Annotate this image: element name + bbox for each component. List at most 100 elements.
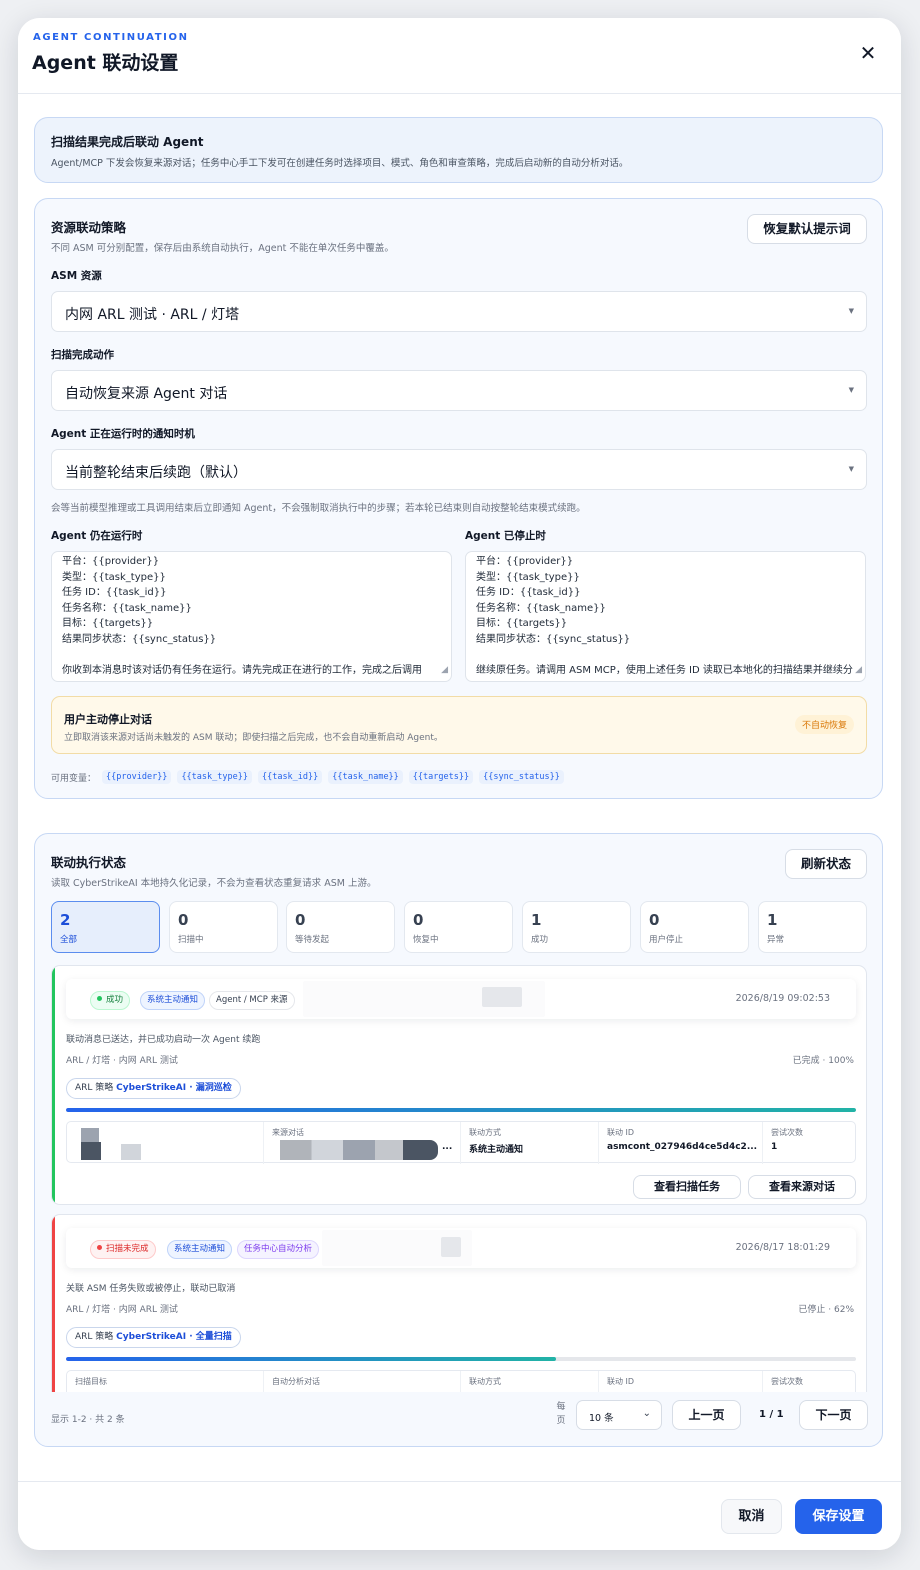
filter-tile-success[interactable]: 1 成功 [522,901,631,953]
source-badge: Agent / MCP 来源 [209,991,295,1010]
filter-tile-scanning[interactable]: 0 扫描中 [169,901,278,953]
notify-mode-badge: 系统主动通知 [140,991,206,1010]
tile-label: 全部 [60,935,78,945]
running-prompt-textarea[interactable]: 平台：{{provider}} 类型：{{task_type}} 任务 ID：{… [51,551,452,682]
prompt-line: 类型：{{task_type}} [62,571,166,583]
policy-chip: ARL 策略 CyberStrikeAI · 漏洞巡检 [66,1078,241,1099]
refresh-status-button[interactable]: 刷新状态 [785,849,867,879]
notify-timing-select[interactable]: 当前整轮结束后续跑（默认） ▼ [51,449,867,490]
close-icon[interactable]: ✕ [857,42,879,64]
run-meta-row: 扫描目标 自动分析对话 联动方式 联动 ID 尝试次数 [66,1370,856,1392]
progress-fill [66,1108,856,1112]
run-progress-bar [66,1357,856,1361]
pagination-info: 显示 1-2 · 共 2 条 [51,1415,125,1425]
meta-value: 1 [771,1142,778,1152]
run-progress-text: 已停止 · 62% [798,1305,854,1315]
meta-value: ... [442,1142,453,1152]
notify-timing-value: 当前整轮结束后续跑（默认） [65,465,247,481]
notify-mode-badge: 系统主动通知 [167,1240,233,1259]
run-item: 成功 系统主动通知 Agent / MCP 来源 2026/8/19 09:02… [51,965,867,1205]
next-page-button[interactable]: 下一页 [799,1400,868,1430]
caret-down-icon: ▼ [848,386,854,394]
redacted-text [121,1144,141,1160]
per-page-value: 10 条 [589,1413,614,1424]
meta-cell-analysis-conversation: 自动分析对话 [264,1371,461,1392]
notify-timing-label: Agent 正在运行时的通知时机 [51,428,195,440]
resize-grip-icon[interactable]: ◢ [441,663,448,679]
asm-resource-select[interactable]: 内网 ARL 测试 · ARL / 灯塔 ▼ [51,291,867,332]
variable-chip: {{task_name}} [328,770,403,784]
pagination: 显示 1-2 · 共 2 条 每页 10 条 ⌄ 上一页 1 / 1 下一页 [35,1400,884,1436]
variable-chip: {{task_type}} [177,770,252,784]
prev-page-button[interactable]: 上一页 [672,1400,741,1430]
meta-key: 扫描目标 [75,1377,107,1386]
run-progress-text: 已完成 · 100% [792,1056,854,1066]
prompt-line: 平台：{{provider}} [62,556,160,567]
cancel-button[interactable]: 取消 [721,1499,782,1534]
stopped-prompt-label: Agent 已停止时 [465,530,546,542]
run-source: ARL / 灯塔 · 内网 ARL 测试 [66,1305,178,1315]
meta-key: 自动分析对话 [272,1377,320,1386]
variable-chip: {{task_id}} [257,770,323,784]
prompt-line: 结果同步状态：{{sync_status}} [62,633,217,645]
user-stop-title: 用户主动停止对话 [64,713,152,726]
stopped-prompt-textarea[interactable]: 平台：{{provider}} 类型：{{task_type}} 任务 ID：{… [465,551,866,682]
dialog-title: Agent 联动设置 [32,52,179,74]
scan-action-select[interactable]: 自动恢复来源 Agent 对话 ▼ [51,370,867,411]
run-item: 扫描未完成 系统主动通知 任务中心自动分析 2026/8/17 18:01:29… [51,1214,867,1392]
view-scan-task-button[interactable]: 查看扫描任务 [633,1175,741,1199]
user-stop-card: 用户主动停止对话 立即取消该来源对话尚未触发的 ASM 联动；即使扫描之后完成，… [51,696,867,754]
run-meta-row: 来源对话 ... 联动方式 系统主动通知 联动 ID asmcont_02794… [66,1121,857,1164]
tile-label: 扫描中 [178,935,204,945]
status-filter-tiles: 2 全部 0 扫描中 0 等待发起 0 恢复中 1 成功 0 用户停止 1 异常 [51,901,867,953]
dialog-body: 扫描结果完成后联动 Agent Agent/MCP 下发会恢复来源对话；任务中心… [18,94,901,1479]
meta-value: 系统主动通知 [469,1145,524,1155]
tile-count: 1 [531,911,542,929]
policy-name: CyberStrikeAI · 全量扫描 [116,1332,232,1342]
progress-fill [66,1357,556,1361]
filter-tile-pending[interactable]: 0 等待发起 [286,901,395,953]
info-description: Agent/MCP 下发会恢复来源对话；任务中心手工下发可在创建任务时选择项目、… [51,158,629,169]
restore-default-prompt-button[interactable]: 恢复默认提示词 [747,214,867,244]
meta-key: 联动方式 [469,1377,501,1386]
policy-prefix: ARL 策略 [75,1083,114,1093]
policy-title: 资源联动策略 [51,220,127,235]
notify-timing-hint: 会等当前模型推理或工具调用结束后立即通知 Agent，不会强制取消执行中的步骤；… [51,503,586,514]
run-status-bar [52,1215,55,1392]
meta-key: 联动 ID [607,1377,635,1386]
prompt-line [62,648,441,664]
tile-label: 用户停止 [649,935,684,945]
prompt-line: 类型：{{task_type}} [476,571,580,583]
prompt-line: 继续原任务。请调用 ASM MCP，使用上述任务 ID 读取已本地化的扫描结果并… [476,665,853,677]
policy-description: 不同 ASM 可分别配置，保存后由系统自动执行，Agent 不能在单次任务中覆盖… [51,243,394,254]
variable-chip: {{targets}} [408,770,474,784]
filter-tile-all[interactable]: 2 全部 [51,901,160,953]
run-timestamp: 2026/8/19 09:02:53 [735,993,830,1004]
run-progress-bar [66,1108,856,1112]
run-header: 扫描未完成 系统主动通知 任务中心自动分析 2026/8/17 18:01:29 [66,1228,856,1268]
tile-count: 0 [295,911,306,929]
prompt-line: 平台：{{provider}} [476,556,574,567]
info-title: 扫描结果完成后联动 Agent [51,135,204,149]
available-variables: 可用变量： {{provider}} {{task_type}} {{task_… [51,770,564,784]
policy-chip: ARL 策略 CyberStrikeAI · 全量扫描 [66,1327,241,1348]
filter-tile-user-stopped[interactable]: 0 用户停止 [640,901,749,953]
tile-label: 等待发起 [295,935,330,945]
resize-grip-icon[interactable]: ◢ [855,663,862,679]
variables-label: 可用变量： [51,773,97,784]
filter-tile-resuming[interactable]: 0 恢复中 [404,901,513,953]
chevron-down-icon: ⌄ [642,1408,651,1419]
per-page-select[interactable]: 10 条 ⌄ [576,1400,662,1430]
meta-cell-attempts: 尝试次数 [763,1371,857,1392]
caret-down-icon: ▼ [848,465,854,473]
run-message: 关联 ASM 任务失败或被停止，联动已取消 [66,1284,236,1294]
agent-continuation-dialog: AGENT CONTINUATION Agent 联动设置 ✕ 扫描结果完成后联… [18,18,901,1550]
prompt-line: 任务名称：{{task_name}} [62,602,192,614]
save-settings-button[interactable]: 保存设置 [795,1499,882,1534]
run-list: 成功 系统主动通知 Agent / MCP 来源 2026/8/19 09:02… [51,965,867,1392]
info-card: 扫描结果完成后联动 Agent Agent/MCP 下发会恢复来源对话；任务中心… [34,117,883,183]
view-source-conversation-button[interactable]: 查看来源对话 [748,1175,856,1199]
meta-cell-attempts: 尝试次数 1 [763,1122,857,1164]
page-indicator: 1 / 1 [759,1409,784,1420]
filter-tile-error[interactable]: 1 异常 [758,901,867,953]
